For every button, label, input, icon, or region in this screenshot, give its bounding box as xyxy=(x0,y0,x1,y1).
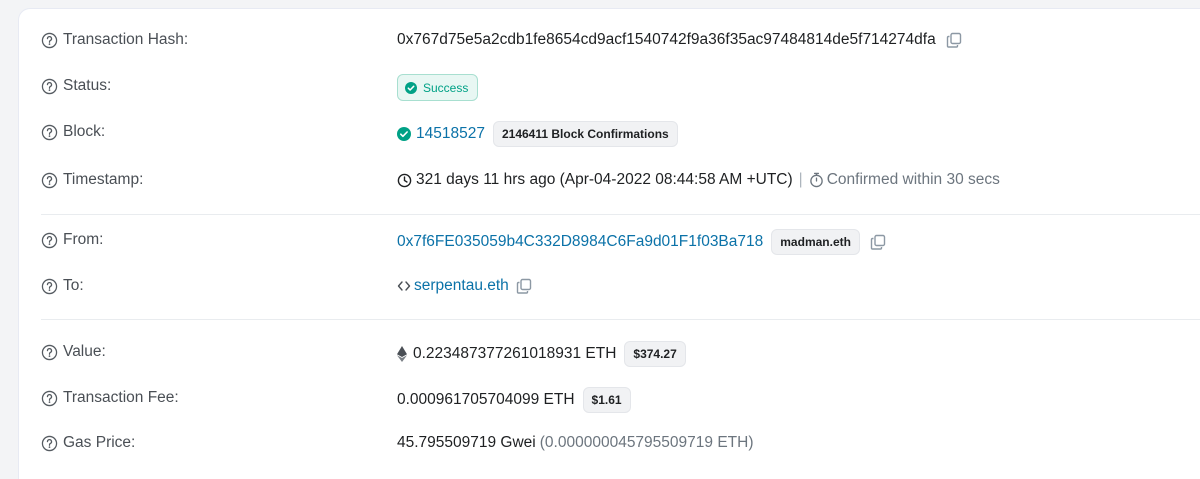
question-circle-icon[interactable] xyxy=(41,344,58,361)
value-value-group: 0.223487377261018931 ETH $374.27 xyxy=(397,341,686,367)
from-value-group: 0x7f6FE035059b4C332D8984C6Fa9d01F1f03Ba7… xyxy=(397,229,886,255)
block-label-group: Block: xyxy=(41,123,105,141)
tx-hash-label: Transaction Hash: xyxy=(63,31,189,48)
to-label: To: xyxy=(63,277,84,294)
from-label-group: From: xyxy=(41,231,103,249)
fee-row: Transaction Fee: 0.000961705704099 ETH $… xyxy=(19,385,1200,413)
question-circle-icon[interactable] xyxy=(41,232,58,249)
to-value-group: serpentau.eth xyxy=(397,277,532,295)
status-label: Status: xyxy=(63,77,112,94)
ethereum-icon xyxy=(397,346,407,362)
value-usd-badge: $374.27 xyxy=(624,341,686,367)
question-circle-icon[interactable] xyxy=(41,390,58,407)
question-circle-icon[interactable] xyxy=(41,124,58,141)
to-label-group: To: xyxy=(41,277,84,295)
code-brackets-icon xyxy=(397,281,411,291)
value-label: Value: xyxy=(63,343,106,360)
tx-hash-label-group: Transaction Hash: xyxy=(41,31,188,49)
status-value-group: Success xyxy=(397,74,479,101)
copy-icon[interactable] xyxy=(516,278,532,294)
from-address-link[interactable]: 0x7f6FE035059b4C332D8984C6Fa9d01F1f03Ba7… xyxy=(397,233,763,251)
question-circle-icon[interactable] xyxy=(41,278,58,295)
section-divider xyxy=(41,319,1200,320)
gas-price-value-group: 45.795509719 Gwei (0.000000045795509719 … xyxy=(397,434,754,452)
question-circle-icon[interactable] xyxy=(41,78,58,95)
status-badge: Success xyxy=(397,74,479,101)
fee-label: Transaction Fee: xyxy=(63,389,179,406)
clock-icon xyxy=(397,173,412,187)
timestamp-separator: | xyxy=(798,171,803,188)
gas-price-eth: (0.000000045795509719 ETH) xyxy=(539,434,754,451)
gas-price-label: Gas Price: xyxy=(63,434,136,451)
timestamp-age: 321 days 11 hrs ago (Apr-04-2022 08:44:5… xyxy=(416,171,793,188)
question-circle-icon[interactable] xyxy=(41,435,58,452)
check-circle-icon xyxy=(405,81,417,94)
question-circle-icon[interactable] xyxy=(41,32,58,49)
value-label-group: Value: xyxy=(41,343,106,361)
copy-icon[interactable] xyxy=(870,234,886,250)
gas-price-label-group: Gas Price: xyxy=(41,434,135,452)
block-row: Block: 14518527 2146411 Block Confirmati… xyxy=(19,119,1200,147)
fee-value-group: 0.000961705704099 ETH $1.61 xyxy=(397,387,631,413)
from-label: From: xyxy=(63,231,104,248)
section-divider xyxy=(41,214,1200,215)
value-amount: 0.223487377261018931 ETH xyxy=(413,345,617,362)
timestamp-row: Timestamp: 321 days 11 hrs ago (Apr-04-2… xyxy=(19,167,1200,193)
gas-price-gwei: 45.795509719 Gwei xyxy=(397,434,536,451)
tx-hash-value: 0x767d75e5a2cdb1fe8654cd9acf1540742f9a36… xyxy=(397,31,936,48)
timestamp-confirmed: Confirmed within 30 secs xyxy=(826,171,1000,188)
timestamp-label: Timestamp: xyxy=(63,171,144,188)
timestamp-value-group: 321 days 11 hrs ago (Apr-04-2022 08:44:5… xyxy=(397,171,1000,189)
to-contract-link[interactable]: serpentau.eth xyxy=(414,277,509,295)
from-row: From: 0x7f6FE035059b4C332D8984C6Fa9d01F1… xyxy=(19,227,1200,255)
block-value-group: 14518527 2146411 Block Confirmations xyxy=(397,121,678,147)
timestamp-label-group: Timestamp: xyxy=(41,171,143,189)
tx-hash-value-group: 0x767d75e5a2cdb1fe8654cd9acf1540742f9a36… xyxy=(397,31,962,49)
copy-icon[interactable] xyxy=(946,32,962,48)
from-name-tag: madman.eth xyxy=(771,229,860,255)
status-row: Status: Success xyxy=(19,73,1200,101)
block-number-link[interactable]: 14518527 xyxy=(416,125,485,143)
question-circle-icon[interactable] xyxy=(41,172,58,189)
check-circle-icon xyxy=(397,127,411,141)
transaction-details-card: Transaction Hash: 0x767d75e5a2cdb1fe8654… xyxy=(18,8,1200,479)
status-text: Success xyxy=(423,80,469,95)
fee-usd-badge: $1.61 xyxy=(582,387,631,413)
fee-amount: 0.000961705704099 ETH xyxy=(397,391,575,408)
status-label-group: Status: xyxy=(41,77,111,95)
stopwatch-icon xyxy=(809,172,823,188)
value-row: Value: 0.223487377261018931 ETH $374.27 xyxy=(19,339,1200,367)
gas-price-row: Gas Price: 45.795509719 Gwei (0.00000004… xyxy=(19,431,1200,457)
block-label: Block: xyxy=(63,123,106,140)
block-confirmations-badge: 2146411 Block Confirmations xyxy=(492,121,678,147)
fee-label-group: Transaction Fee: xyxy=(41,389,179,407)
to-row: To: serpentau.eth xyxy=(19,273,1200,299)
tx-hash-row: Transaction Hash: 0x767d75e5a2cdb1fe8654… xyxy=(19,27,1200,53)
